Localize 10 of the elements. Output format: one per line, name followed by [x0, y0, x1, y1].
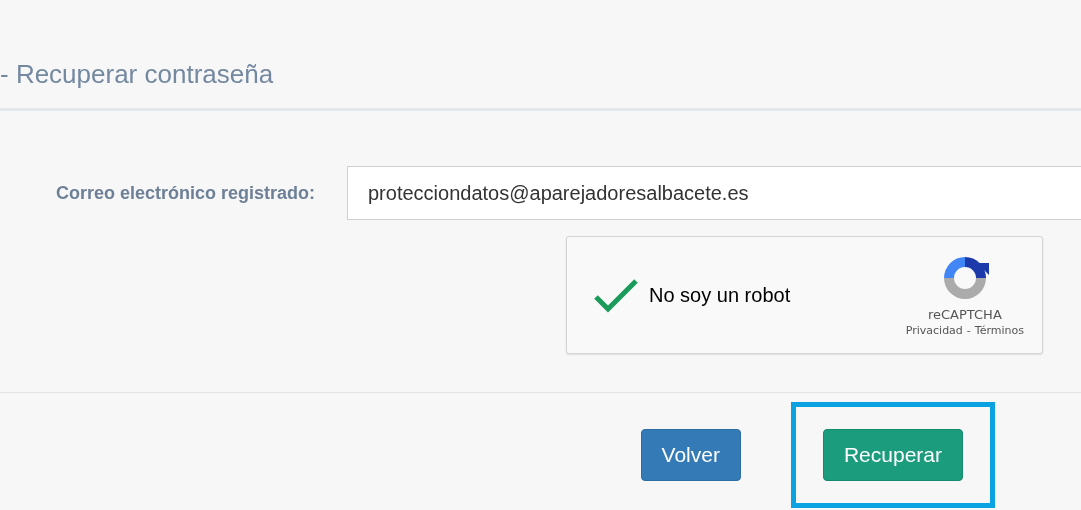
- separator: -: [966, 324, 971, 337]
- field-label: Correo electrónico registrado:: [54, 182, 315, 204]
- email-field[interactable]: protecciondatos@aparejadoresalbacete.es: [347, 166, 1081, 220]
- page-title: - Recuperar contraseña: [0, 57, 274, 90]
- recaptcha-brand: reCAPTCHA: [928, 307, 1002, 322]
- checkmark-icon[interactable]: [593, 277, 639, 313]
- action-button[interactable]: Volver: [640, 429, 741, 481]
- privacy-link[interactable]: Privacidad: [905, 324, 963, 337]
- captcha-label: No soy un robot: [649, 283, 791, 307]
- terms-link[interactable]: Términos: [974, 324, 1024, 337]
